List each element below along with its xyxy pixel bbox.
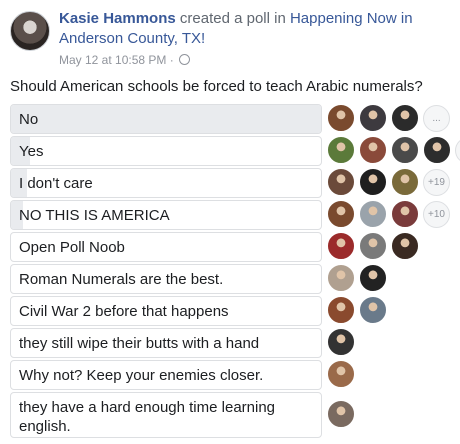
- poll-option-label: No: [19, 111, 39, 128]
- poll-option-voters: [327, 328, 447, 358]
- poll-option-voters: +19: [327, 136, 460, 166]
- voter-avatar[interactable]: [327, 104, 355, 132]
- poll-option[interactable]: No: [10, 104, 322, 134]
- voter-avatar[interactable]: [359, 264, 387, 292]
- poll-option-voters: [327, 232, 447, 262]
- poll-option[interactable]: Yes: [10, 136, 322, 166]
- voter-avatar[interactable]: [327, 232, 355, 260]
- voter-avatar[interactable]: [327, 360, 355, 388]
- voter-avatar[interactable]: [359, 296, 387, 324]
- voter-avatar[interactable]: [327, 296, 355, 324]
- voter-avatar[interactable]: [327, 136, 355, 164]
- post-meta: May 12 at 10:58 PM ·: [59, 52, 191, 68]
- voter-avatar[interactable]: [359, 200, 387, 228]
- voter-avatar[interactable]: [359, 104, 387, 132]
- more-voters-button[interactable]: ...: [423, 105, 450, 132]
- poll-option[interactable]: Roman Numerals are the best.: [10, 264, 322, 294]
- voter-avatar[interactable]: [391, 136, 419, 164]
- poll-option-label: Why not? Keep your enemies closer.: [19, 367, 264, 384]
- voter-avatar[interactable]: [423, 136, 451, 164]
- globe-icon[interactable]: [179, 54, 191, 65]
- poll-option[interactable]: Civil War 2 before that happens: [10, 296, 322, 326]
- voter-avatar[interactable]: [327, 200, 355, 228]
- voter-avatar[interactable]: [391, 104, 419, 132]
- poll-option-voters: [327, 264, 447, 294]
- poll-option-label: Open Poll Noob: [19, 239, 125, 256]
- poll-question: Should American schools be forced to tea…: [10, 78, 423, 95]
- poll-option-label: Yes: [19, 143, 44, 160]
- voter-avatar[interactable]: [327, 264, 355, 292]
- poll-option-voters: [327, 400, 447, 430]
- poll-option-voters: [327, 360, 447, 390]
- more-voters-button[interactable]: +19: [423, 169, 450, 196]
- post-action-text: created a poll in: [179, 10, 286, 27]
- author-name-link[interactable]: Kasie Hammons: [59, 10, 176, 27]
- poll-option[interactable]: NO THIS IS AMERICA: [10, 200, 322, 230]
- poll-option-voters: ...: [327, 104, 450, 134]
- voter-avatar[interactable]: [391, 232, 419, 260]
- poll-option-label: Civil War 2 before that happens: [19, 303, 229, 320]
- meta-separator: ·: [169, 53, 174, 67]
- poll-option-voters: +10: [327, 200, 450, 230]
- more-voters-button[interactable]: +19: [455, 137, 460, 164]
- voter-avatar[interactable]: [359, 232, 387, 260]
- post-header: Kasie Hammons created a poll in Happenin…: [10, 9, 455, 69]
- poll-option-label: they have a hard enough time learning en…: [19, 399, 276, 435]
- poll-option-voters: [327, 296, 447, 326]
- poll-option[interactable]: Why not? Keep your enemies closer.: [10, 360, 322, 390]
- voter-avatar[interactable]: [327, 328, 355, 356]
- poll-option-voters: +19: [327, 168, 450, 198]
- voter-avatar[interactable]: [391, 200, 419, 228]
- voter-avatar[interactable]: [327, 168, 355, 196]
- poll-option-label: NO THIS IS AMERICA: [19, 207, 170, 224]
- voter-avatar[interactable]: [391, 168, 419, 196]
- voter-avatar[interactable]: [359, 136, 387, 164]
- post-timestamp[interactable]: May 12 at 10:58 PM: [59, 53, 166, 67]
- poll-option[interactable]: they have a hard enough time learning en…: [10, 392, 322, 438]
- poll-option-label: I don't care: [19, 175, 93, 192]
- author-avatar[interactable]: [10, 11, 50, 51]
- post-headline: Kasie Hammons created a poll in Happenin…: [59, 9, 454, 49]
- poll-option[interactable]: Open Poll Noob: [10, 232, 322, 262]
- poll-option-label: they still wipe their butts with a hand: [19, 335, 260, 352]
- poll-option[interactable]: they still wipe their butts with a hand: [10, 328, 322, 358]
- more-voters-button[interactable]: +10: [423, 201, 450, 228]
- poll-option[interactable]: I don't care: [10, 168, 322, 198]
- voter-avatar[interactable]: [359, 168, 387, 196]
- voter-avatar[interactable]: [327, 400, 355, 428]
- poll-option-label: Roman Numerals are the best.: [19, 271, 224, 288]
